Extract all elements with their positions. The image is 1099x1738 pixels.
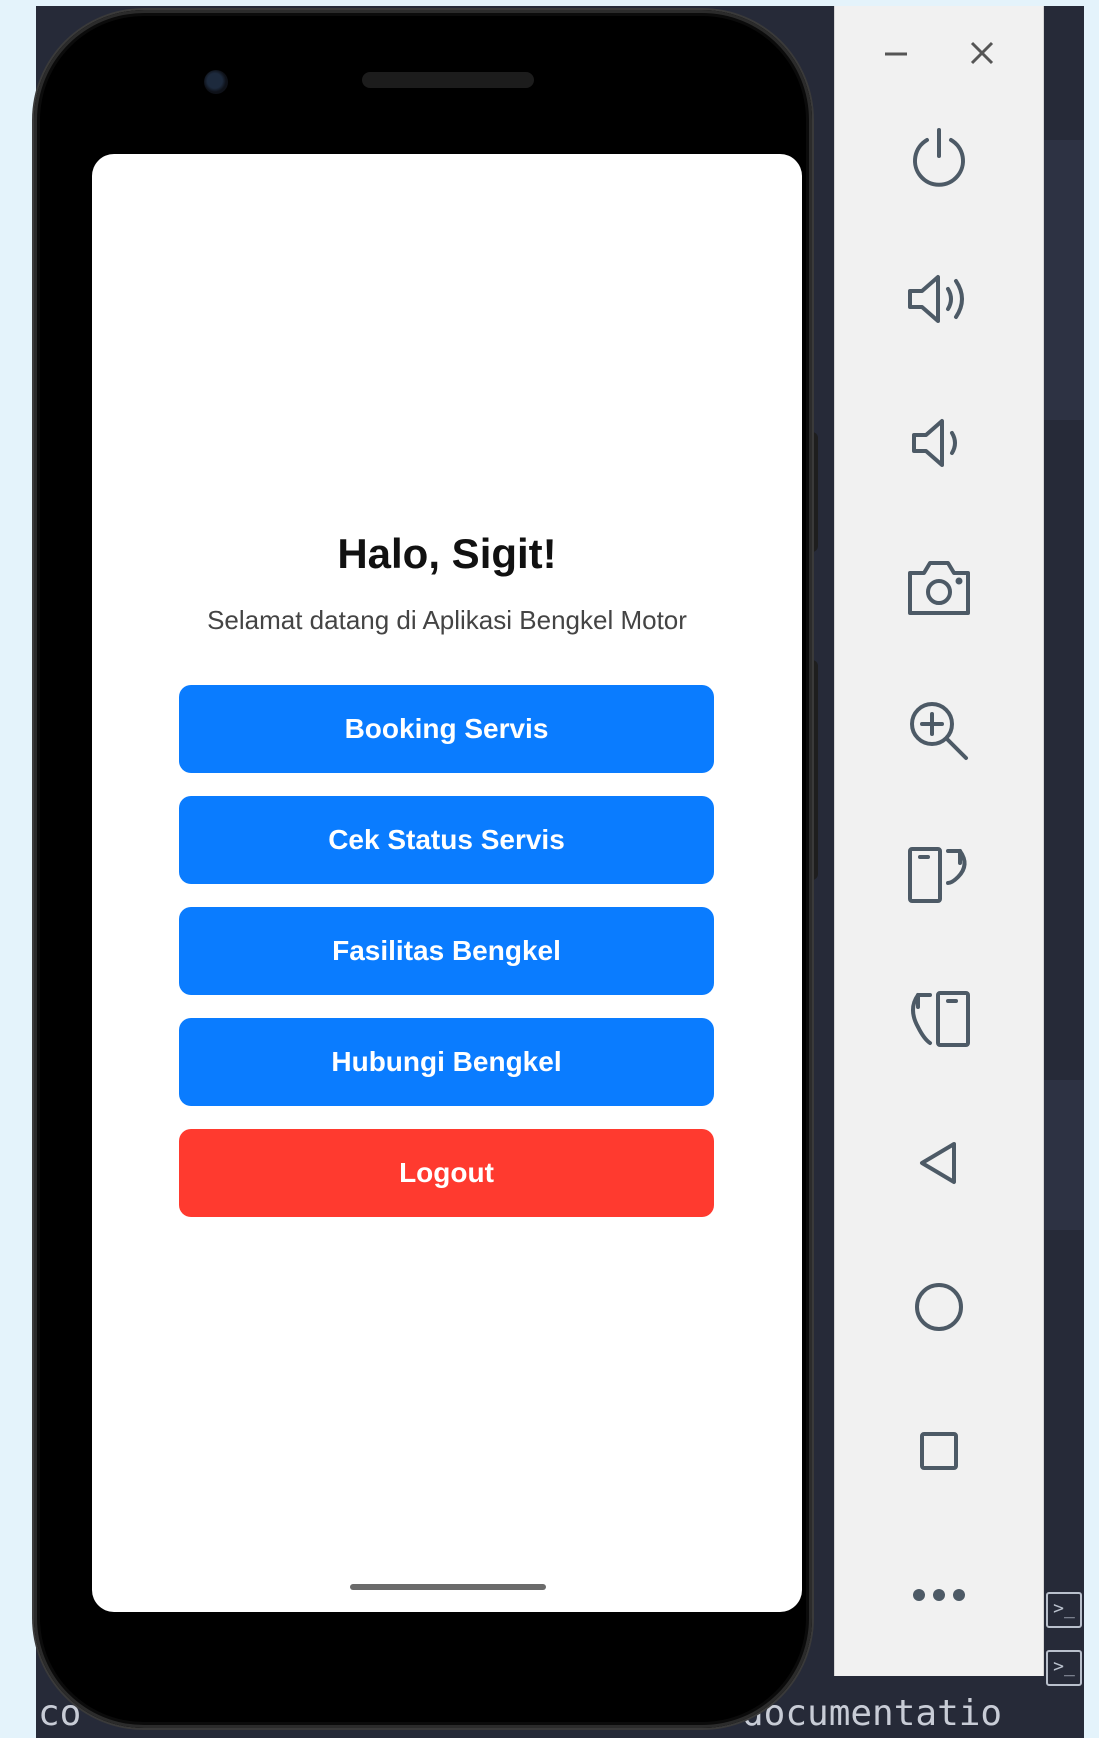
back-icon[interactable] — [879, 1108, 999, 1218]
cek-status-servis-button[interactable]: Cek Status Servis — [179, 796, 714, 884]
close-icon[interactable] — [957, 28, 1007, 78]
phone-frame: Halo, Sigit! Selamat datang di Aplikasi … — [34, 10, 812, 1728]
home-indicator[interactable] — [350, 1584, 546, 1590]
rotate-right-icon[interactable] — [879, 820, 999, 930]
ide-code-text: documentatio — [742, 1693, 1003, 1734]
greeting-title: Halo, Sigit! — [337, 530, 557, 577]
volume-down-icon[interactable] — [879, 388, 999, 498]
ide-panel-stripe — [1040, 140, 1084, 420]
logout-button[interactable]: Logout — [179, 1129, 714, 1217]
ide-panel-stripe — [1040, 1080, 1084, 1230]
overview-icon[interactable] — [879, 1396, 999, 1506]
camera-icon[interactable] — [879, 532, 999, 642]
earpiece-speaker — [362, 72, 534, 88]
app-screen: Halo, Sigit! Selamat datang di Aplikasi … — [92, 154, 802, 1612]
zoom-in-icon[interactable] — [879, 676, 999, 786]
welcome-subtitle: Selamat datang di Aplikasi Bengkel Motor — [207, 605, 687, 635]
front-camera — [204, 70, 228, 94]
fasilitas-bengkel-button[interactable]: Fasilitas Bengkel — [179, 907, 714, 995]
terminal-icon[interactable]: >_ — [1046, 1650, 1082, 1686]
emulator-toolbar — [834, 6, 1044, 1676]
terminal-icon[interactable]: >_ — [1046, 1592, 1082, 1628]
power-icon[interactable] — [879, 101, 999, 211]
hubungi-bengkel-button[interactable]: Hubungi Bengkel — [179, 1018, 714, 1106]
volume-up-icon[interactable] — [879, 244, 999, 354]
minimize-icon[interactable] — [871, 28, 921, 78]
home-icon[interactable] — [879, 1252, 999, 1362]
booking-servis-button[interactable]: Booking Servis — [179, 685, 714, 773]
rotate-left-icon[interactable] — [879, 964, 999, 1074]
more-icon[interactable] — [879, 1540, 999, 1650]
